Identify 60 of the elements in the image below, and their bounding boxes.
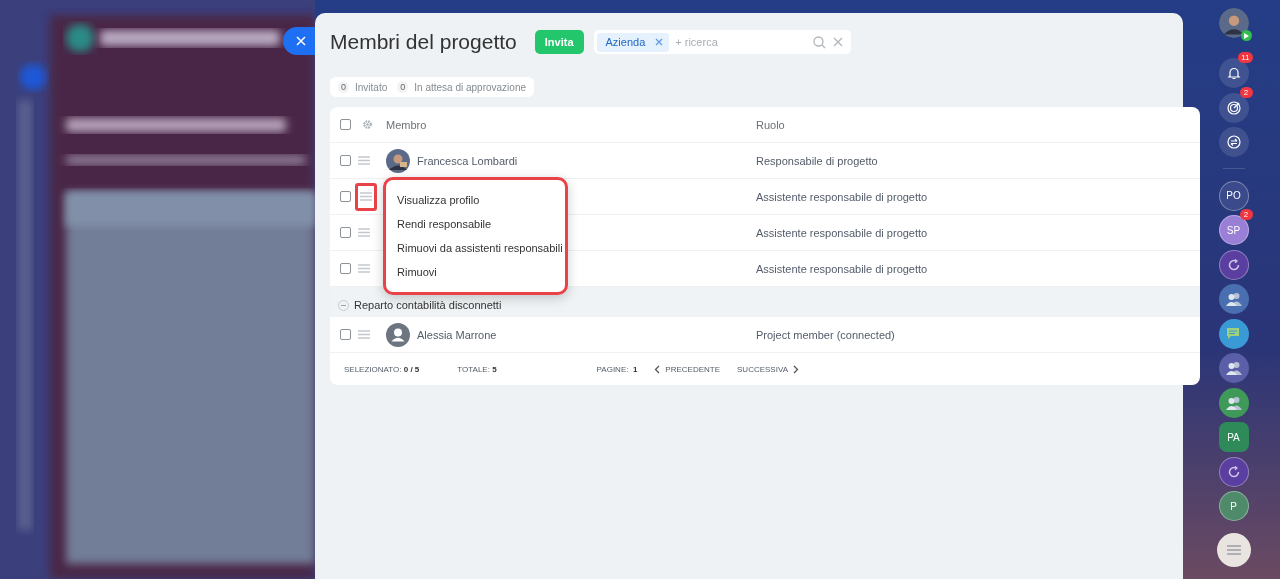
group-icon[interactable] <box>1218 387 1249 418</box>
menu-item[interactable]: Rimuovi da assistenti responsabili <box>386 236 565 260</box>
user-avatar[interactable] <box>1218 8 1249 38</box>
group-icon[interactable] <box>1218 284 1249 314</box>
menu-item[interactable]: Rendi responsabile <box>386 212 565 236</box>
refresh-icon[interactable] <box>1218 456 1249 487</box>
user-avatar[interactable] <box>386 148 410 173</box>
member-role: Responsabile di progetto <box>756 154 879 167</box>
notification-badge: 2 <box>1239 86 1253 98</box>
total-count: TOTALE: 5 <box>457 364 497 374</box>
menu-item[interactable]: Rimuovi <box>386 260 565 284</box>
group-icon[interactable] <box>1218 353 1249 383</box>
row-checkbox[interactable] <box>340 263 351 274</box>
member-name[interactable]: Alessia Marrone <box>417 328 497 341</box>
selected-count: SELEZIONATO: 0 / 5 <box>344 364 420 374</box>
panel-title: Membri del progetto <box>330 30 517 54</box>
next-button[interactable]: SUCCESSIVA <box>737 364 799 374</box>
filter-tag[interactable]: Azienda <box>596 32 670 52</box>
member-role: Assistente responsabile di progetto <box>756 190 929 203</box>
notification-badge: 2 <box>1239 209 1253 220</box>
page-count: PAGINE: 1 <box>596 364 638 374</box>
chat-bubble-icon[interactable] <box>1218 318 1249 349</box>
select-all-checkbox[interactable] <box>340 119 351 130</box>
row-checkbox[interactable] <box>340 329 351 340</box>
menu-button[interactable] <box>1216 533 1251 567</box>
chevron-right-icon <box>793 364 799 374</box>
member-role: Assistente responsabile di progetto <box>756 262 929 275</box>
row-checkbox[interactable] <box>340 191 351 202</box>
counter-label[interactable]: In attesa di approvazione <box>414 81 527 93</box>
gear-icon[interactable] <box>362 119 373 130</box>
chat-icon[interactable] <box>1218 127 1249 157</box>
chevron-left-icon <box>654 364 661 374</box>
group-label[interactable]: Reparto contabilità disconnetti <box>354 299 502 311</box>
row-checkbox[interactable] <box>340 155 351 166</box>
chat-avatar[interactable]: PO <box>1218 180 1249 211</box>
member-role: Assistente responsabile di progetto <box>756 226 929 239</box>
row-checkbox[interactable] <box>340 227 351 238</box>
chat-avatar[interactable]: P <box>1218 491 1249 521</box>
chat-avatar[interactable]: PA <box>1218 422 1249 452</box>
counter-badge: 0 <box>338 81 349 93</box>
search-field[interactable]: Azienda + ricerca <box>593 30 851 54</box>
previous-button[interactable]: PRECEDENTE <box>654 364 721 374</box>
menu-item[interactable]: Visualizza profilo <box>386 188 565 212</box>
play-badge <box>1240 30 1252 41</box>
column-header[interactable]: Ruolo <box>756 118 1200 131</box>
counter-label[interactable]: Invitato <box>355 81 388 93</box>
target-icon[interactable] <box>1218 92 1249 123</box>
menu-icon <box>1226 545 1241 555</box>
member-role: Project member (connected) <box>756 328 896 341</box>
member-name[interactable]: Francesca Lombardi <box>417 154 518 167</box>
bell-icon[interactable] <box>1218 58 1249 88</box>
close-button[interactable] <box>283 27 315 55</box>
notification-badge: 11 <box>1238 52 1253 63</box>
refresh-icon[interactable] <box>1218 249 1249 280</box>
user-avatar-icon[interactable] <box>386 322 410 347</box>
column-header[interactable]: Membro <box>386 118 756 131</box>
remove-tag-icon[interactable] <box>655 38 664 46</box>
close-icon <box>296 36 306 46</box>
row-menu-icon[interactable] <box>355 182 377 211</box>
counter-badge: 0 <box>397 81 409 93</box>
